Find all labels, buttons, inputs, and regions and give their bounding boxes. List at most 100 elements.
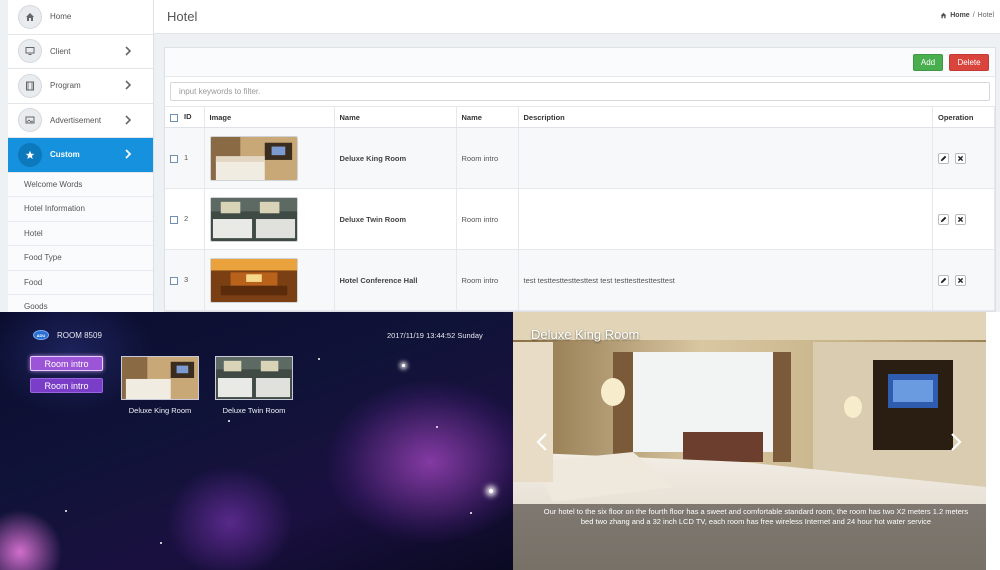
brand-logo: ADU: [33, 330, 49, 340]
operation-cell: [932, 249, 995, 311]
remove-button[interactable]: [955, 152, 967, 164]
sidebar-subitem-label: Hotel: [24, 228, 43, 238]
room-number: ROOM 8509: [57, 331, 102, 340]
tv-card-deluxe-twin[interactable]: Deluxe Twin Room: [215, 356, 293, 415]
column-header-operation: Operation: [932, 106, 995, 128]
type-cell: Room intro: [456, 127, 519, 189]
sidebar-item-home[interactable]: Home: [8, 0, 153, 35]
page-title: Hotel: [167, 9, 198, 24]
row-checkbox[interactable]: [170, 276, 178, 285]
sidebar-item-custom[interactable]: Custom: [8, 138, 153, 173]
chevron-right-icon: [125, 149, 132, 159]
room-thumbnail: [215, 356, 293, 400]
sidebar-subitem-hotel-information[interactable]: Hotel Information: [8, 197, 153, 222]
sidebar-item-program[interactable]: Program: [8, 69, 153, 104]
card-caption: Deluxe Twin Room: [222, 406, 286, 415]
chevron-left-icon[interactable]: [535, 432, 549, 452]
table-row: 2 Deluxe Twin Room Room intro: [165, 188, 995, 250]
star-decoration: [160, 542, 162, 544]
star-icon: [18, 142, 42, 167]
room-detail-screen: Deluxe King Room Our hotel to the six fl…: [513, 312, 986, 570]
room-thumbnail[interactable]: [209, 135, 298, 181]
column-header-name: Name: [334, 106, 457, 128]
filter-input[interactable]: input keywords to filter.: [170, 82, 990, 101]
tv-menu-item-room-intro-2[interactable]: Room intro: [30, 378, 103, 393]
column-header-image: Image: [204, 106, 335, 128]
delete-button[interactable]: Delete: [949, 54, 989, 71]
remove-button[interactable]: [955, 274, 967, 286]
row-checkbox[interactable]: [170, 154, 178, 163]
sidebar-subitem-goods[interactable]: Goods: [8, 295, 153, 312]
page-header: Hotel Home / Hotel: [154, 0, 1000, 34]
column-label: ID: [184, 112, 192, 122]
close-icon: [957, 216, 964, 222]
description-cell: [518, 188, 933, 250]
breadcrumb-separator: /: [972, 12, 975, 19]
home-icon: [18, 4, 42, 29]
star-decoration: [318, 358, 320, 360]
sidebar-subitem-hotel[interactable]: Hotel: [8, 221, 153, 246]
id-cell: 3: [165, 249, 205, 311]
id-cell: 2: [165, 188, 205, 250]
sidebar-item-label: Custom: [50, 150, 80, 160]
row-id: 1: [184, 153, 189, 163]
sidebar-item-label: Client: [50, 46, 71, 56]
row-id: 2: [184, 214, 189, 224]
sidebar-subitem-welcome-words[interactable]: Welcome Words: [8, 172, 153, 197]
add-button[interactable]: Add: [913, 54, 943, 71]
type-cell: Room intro: [456, 188, 519, 250]
page-margin: [986, 312, 1000, 570]
sidebar-item-client[interactable]: Client: [8, 35, 153, 69]
row-id: 3: [184, 275, 189, 285]
room-thumbnail[interactable]: [209, 196, 298, 242]
name-cell: Deluxe Twin Room: [334, 188, 457, 250]
hotel-table: ID Image Name Name Description Operation…: [165, 106, 995, 311]
table-row: 1 Deluxe King Room Room intro: [165, 127, 995, 189]
sidebar-subitem-label: Hotel Information: [24, 204, 85, 214]
type-cell: Room intro: [456, 249, 519, 311]
sidebar-item-advertisement[interactable]: Advertisement: [8, 104, 153, 138]
star-decoration: [65, 510, 67, 512]
monitor-icon: [18, 39, 42, 64]
star-decoration: [470, 512, 472, 514]
detail-description: Our hotel to the six floor on the fourth…: [543, 507, 969, 526]
edit-button[interactable]: [938, 213, 949, 225]
image-cell: [204, 249, 335, 311]
sidebar-subitem-food[interactable]: Food: [8, 270, 153, 295]
sidebar-subitem-label: Welcome Words: [24, 179, 83, 189]
select-all-checkbox[interactable]: [170, 113, 178, 122]
close-icon: [957, 155, 964, 161]
star-decoration: [489, 489, 493, 493]
image-cell: [204, 127, 335, 189]
remove-button[interactable]: [955, 213, 967, 225]
table-header-row: ID Image Name Name Description Operation: [165, 106, 995, 128]
star-decoration: [228, 420, 230, 422]
description-cell: test testtesttesttesttest test testtestt…: [518, 249, 933, 311]
breadcrumb-home-link[interactable]: Home: [950, 12, 969, 19]
column-header-id[interactable]: ID: [165, 106, 205, 128]
chevron-right-icon: [125, 45, 132, 56]
card-caption: Deluxe King Room: [128, 406, 192, 415]
conference-thumbnail[interactable]: [209, 257, 298, 303]
sidebar-subitem-label: Goods: [24, 302, 48, 312]
tv-menu-item-room-intro[interactable]: Room intro: [30, 356, 103, 371]
image-cell: [204, 188, 335, 250]
tv-card-deluxe-king[interactable]: Deluxe King Room: [121, 356, 199, 415]
star-decoration: [402, 364, 405, 367]
room-thumbnail: [121, 356, 199, 400]
home-icon: [940, 12, 947, 19]
row-checkbox[interactable]: [170, 215, 178, 224]
column-header-description: Description: [518, 106, 933, 128]
edit-button[interactable]: [938, 274, 949, 286]
sidebar-subitem-food-type[interactable]: Food Type: [8, 246, 153, 271]
table-row: 3 Hotel Conference Hall Room intro test …: [165, 249, 995, 311]
operation-cell: [932, 188, 995, 250]
close-icon: [957, 277, 964, 283]
edit-button[interactable]: [938, 152, 949, 164]
tv-home-screen: ADU ROOM 8509 2017/11/19 13:44:52 Sunday…: [0, 312, 513, 570]
column-header-name-2: Name: [456, 106, 519, 128]
sidebar-item-label: Advertisement: [50, 115, 102, 125]
hotel-list-panel: Add Delete input keywords to filter. ID …: [164, 47, 996, 312]
sidebar: Home Client Program Advertisement Custom…: [8, 0, 154, 312]
chevron-right-icon[interactable]: [949, 432, 963, 452]
